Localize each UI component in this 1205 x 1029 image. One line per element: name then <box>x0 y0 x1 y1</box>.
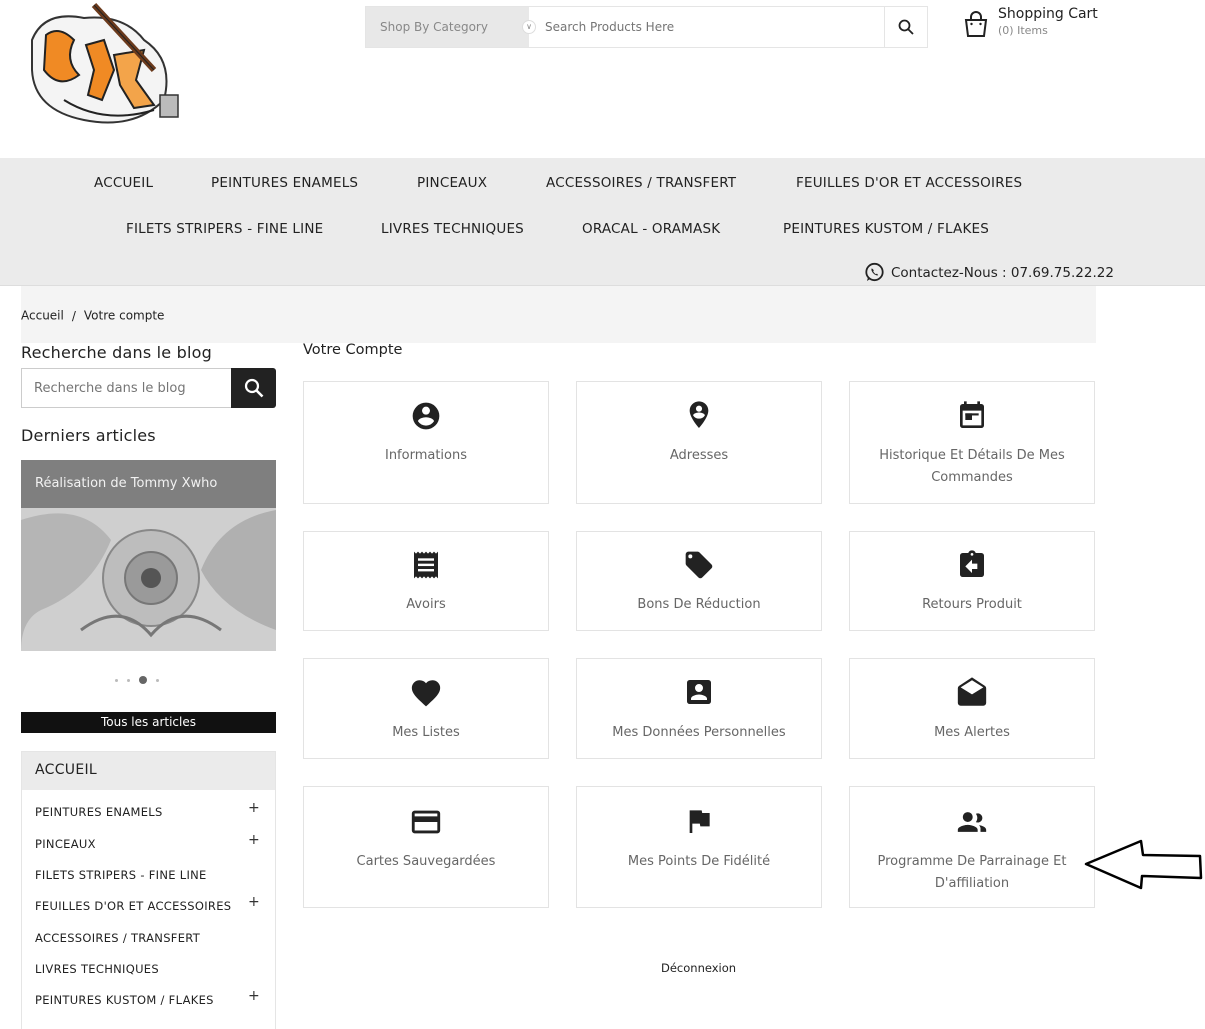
chevron-down-icon: ∨ <box>522 20 536 34</box>
credit-card-icon <box>411 810 441 834</box>
blog-article-image[interactable]: Réalisation de Tommy Xwho <box>21 460 276 651</box>
account-circle-icon <box>412 402 440 430</box>
card-label: Mes Listes <box>392 725 460 740</box>
logout-link[interactable]: Déconnexion <box>661 961 736 975</box>
breadcrumb-current: Votre compte <box>83 308 165 323</box>
heart-icon <box>411 680 441 707</box>
account-card-fidelite[interactable]: Mes Points De Fidélité <box>576 786 822 908</box>
card-label: Historique Et Détails De Mes Commandes <box>879 448 1065 485</box>
card-label: Adresses <box>669 448 729 463</box>
product-search-bar: Shop By Category ∨ <box>365 6 928 48</box>
category-item[interactable]: ACCESSOIRES / TRANSFERT <box>35 931 200 945</box>
category-item[interactable]: FILETS STRIPERS - FINE LINE <box>35 868 207 882</box>
search-icon <box>244 378 263 398</box>
breadcrumb: Accueil / Votre compte <box>21 286 1096 343</box>
category-select-label: Shop By Category <box>380 20 488 34</box>
card-label: Programme De Parrainage Et D'affiliation <box>877 854 1067 891</box>
account-card-retours[interactable]: Retours Produit <box>849 531 1095 631</box>
blog-article-caption: Réalisation de Tommy Xwho <box>21 460 276 508</box>
carousel-dot-active[interactable] <box>139 676 147 684</box>
nav-item-livres-techniques[interactable]: LIVRES TECHNIQUES <box>381 221 524 237</box>
shopping-cart[interactable]: Shopping Cart (0) Items <box>960 4 1110 44</box>
expand-icon[interactable]: + <box>248 832 260 848</box>
latest-articles-title: Derniers articles <box>21 426 156 445</box>
search-button[interactable] <box>884 7 927 47</box>
account-card-donnees[interactable]: Mes Données Personnelles <box>576 658 822 759</box>
expand-icon[interactable]: + <box>248 894 260 910</box>
nav-item-accessoires-transfert[interactable]: ACCESSOIRES / TRANSFERT <box>546 175 736 191</box>
card-label: Bons De Réduction <box>637 597 761 612</box>
account-card-listes[interactable]: Mes Listes <box>303 658 549 759</box>
receipt-icon <box>414 551 438 579</box>
nav-item-oracal-oramask[interactable]: ORACAL - ORAMASK <box>582 221 720 237</box>
card-label: Mes Données Personnelles <box>612 725 786 740</box>
account-card-bons-reduction[interactable]: Bons De Réduction <box>576 531 822 631</box>
breadcrumb-separator: / <box>71 308 76 323</box>
nav-item-feuilles-dor[interactable]: FEUILLES D'OR ET ACCESSOIRES <box>796 175 1022 191</box>
nav-item-filets-stripers[interactable]: FILETS STRIPERS - FINE LINE <box>126 221 323 237</box>
category-select[interactable]: Shop By Category ∨ <box>366 7 536 47</box>
whatsapp-icon <box>865 262 884 282</box>
category-item[interactable]: PEINTURES KUSTOM / FLAKES <box>35 993 214 1007</box>
carousel-dot[interactable] <box>127 678 130 682</box>
card-label: Mes Points De Fidélité <box>627 854 771 869</box>
carousel-dot[interactable] <box>115 678 118 682</box>
blog-search-title: Recherche dans le blog <box>21 343 212 362</box>
contact-text: Contactez-Nous : 07.69.75.22.22 <box>891 264 1114 281</box>
cart-count: (0) Items <box>998 24 1048 37</box>
card-label: Mes Alertes <box>934 725 1010 740</box>
expand-icon[interactable]: + <box>248 800 260 816</box>
cart-title: Shopping Cart <box>998 6 1098 22</box>
carousel-dots <box>115 676 159 684</box>
blog-search-button[interactable] <box>231 368 276 408</box>
account-card-parrainage[interactable]: Programme De Parrainage Et D'affiliation <box>849 786 1095 908</box>
nav-item-pinceaux[interactable]: PINCEAUX <box>417 175 487 191</box>
main-navigation: ACCUEIL PEINTURES ENAMELS PINCEAUX ACCES… <box>0 158 1205 286</box>
left-arrow-annotation <box>1084 839 1203 890</box>
search-icon <box>898 19 914 35</box>
calendar-icon <box>960 401 984 428</box>
nav-item-peintures-enamels[interactable]: PEINTURES ENAMELS <box>211 175 358 191</box>
account-card-alertes[interactable]: Mes Alertes <box>849 658 1095 759</box>
location-pin-icon <box>689 401 709 428</box>
shopping-bag-icon <box>964 11 988 37</box>
category-item[interactable]: PEINTURES ENAMELS <box>35 805 163 819</box>
category-tree-header[interactable]: ACCUEIL <box>22 752 275 790</box>
card-label: Avoirs <box>406 597 446 612</box>
account-card-informations[interactable]: Informations <box>303 381 549 504</box>
account-card-cartes[interactable]: Cartes Sauvegardées <box>303 786 549 908</box>
category-item[interactable]: FEUILLES D'OR ET ACCESSOIRES <box>35 899 231 913</box>
account-card-avoirs[interactable]: Avoirs <box>303 531 549 631</box>
blog-search <box>21 368 276 408</box>
contact-phone[interactable]: Contactez-Nous : 07.69.75.22.22 <box>864 262 1114 283</box>
people-icon <box>957 812 987 832</box>
card-label: Cartes Sauvegardées <box>356 854 496 869</box>
all-articles-button[interactable]: Tous les articles <box>21 712 276 733</box>
category-item[interactable]: PINCEAUX <box>35 837 96 851</box>
card-label: Informations <box>384 448 468 463</box>
category-item[interactable]: LIVRES TECHNIQUES <box>35 962 159 976</box>
product-search-input[interactable] <box>529 7 884 47</box>
account-card-adresses[interactable]: Adresses <box>576 381 822 504</box>
carousel-dot[interactable] <box>156 678 159 682</box>
contact-card-icon <box>687 680 711 704</box>
category-tree: ACCUEIL PEINTURES ENAMELS + PINCEAUX + F… <box>21 751 276 1029</box>
nav-item-peintures-kustom[interactable]: PEINTURES KUSTOM / FLAKES <box>783 221 989 237</box>
site-logo[interactable] <box>24 0 194 130</box>
blog-search-input[interactable] <box>21 368 231 408</box>
page-title: Votre Compte <box>303 342 403 358</box>
mail-open-icon <box>957 677 987 706</box>
return-clipboard-icon <box>960 550 984 577</box>
card-label: Retours Produit <box>922 597 1022 612</box>
account-card-historique[interactable]: Historique Et Détails De Mes Commandes <box>849 381 1095 504</box>
nav-item-accueil[interactable]: ACCUEIL <box>94 175 153 191</box>
expand-icon[interactable]: + <box>248 988 260 1004</box>
breadcrumb-home[interactable]: Accueil <box>21 309 64 323</box>
tag-icon <box>685 551 713 579</box>
flag-icon <box>689 810 710 833</box>
